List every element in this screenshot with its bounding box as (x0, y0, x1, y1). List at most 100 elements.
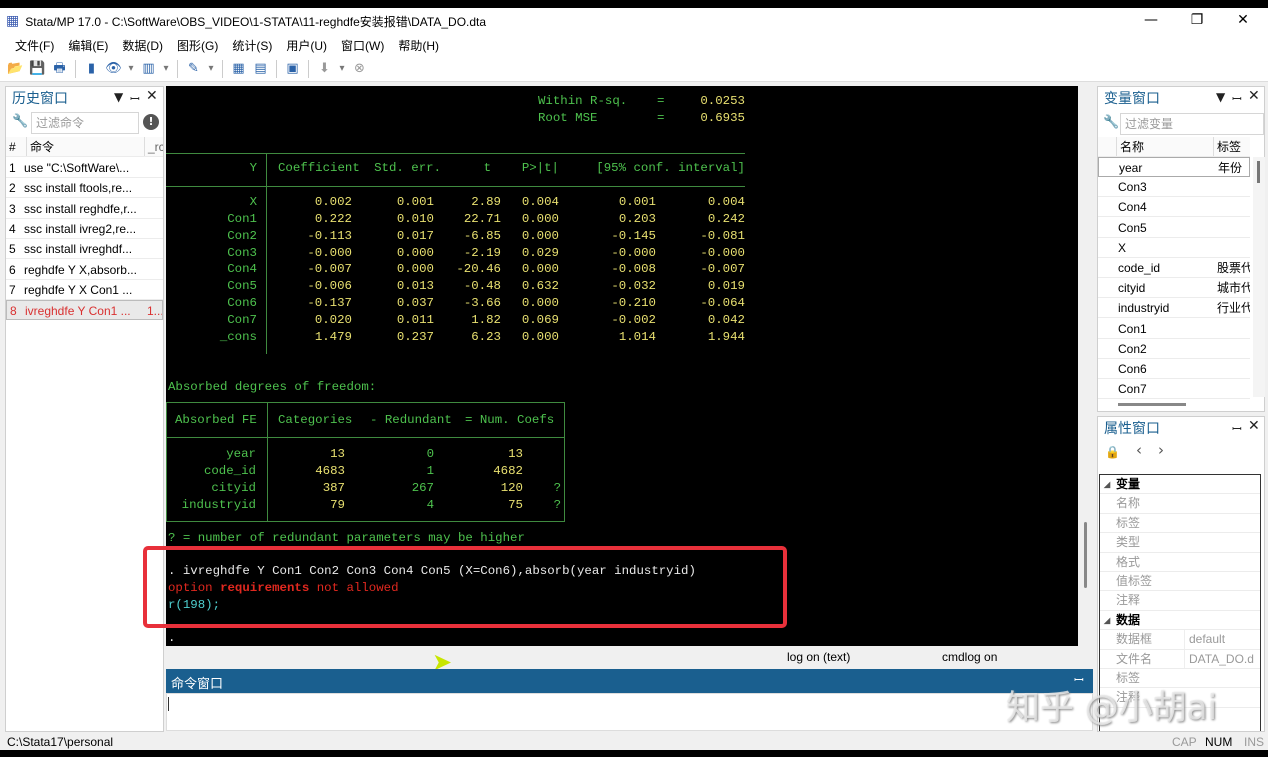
variable-item[interactable]: Con7 (1098, 379, 1250, 400)
collapse-icon[interactable]: ◢ (1104, 611, 1110, 629)
menu-item[interactable]: 数据(D) (122, 37, 163, 54)
more-icon[interactable]: ⬇ (316, 60, 333, 77)
property-row[interactable]: 名称 (1100, 494, 1260, 514)
history-item[interactable]: 5 ssc install ivreghdf... (6, 239, 163, 260)
filter-icon[interactable]: ▼ (1216, 90, 1225, 104)
col-label[interactable]: 标签 (1213, 137, 1241, 156)
variable-item[interactable]: Con3 (1098, 177, 1250, 198)
close-icon[interactable]: ✕ (1248, 418, 1260, 434)
property-row[interactable]: 数据框 default (1100, 630, 1260, 650)
variable-item[interactable]: industryid 行业代 (1098, 298, 1250, 319)
col-rc[interactable]: _rc (144, 137, 163, 156)
table-rule (564, 402, 565, 522)
regression-value: 22.71 (463, 211, 501, 226)
back-icon[interactable]: ‹ (1136, 441, 1142, 459)
close-icon[interactable]: ✕ (146, 88, 158, 104)
pin-icon[interactable]: ꟷ (1232, 90, 1242, 107)
history-item[interactable]: 7 reghdfe Y X Con1 ... (6, 280, 163, 300)
data-browser-icon[interactable]: ▤ (252, 60, 269, 77)
variable-item[interactable]: Con2 (1098, 339, 1250, 359)
property-section[interactable]: ◢ 变量 (1100, 475, 1260, 495)
dropdown-icon[interactable]: ▾ (127, 60, 135, 77)
absorbed-value: 4682 (493, 464, 523, 478)
history-filter-input[interactable]: 过滤命令 (31, 112, 139, 134)
menu-item[interactable]: 统计(S) (232, 37, 272, 54)
col-name[interactable]: 名称 (1116, 137, 1144, 156)
col-command[interactable]: 命令 (26, 137, 54, 156)
variable-item[interactable]: code_id 股票代 (1098, 258, 1250, 278)
maximize-button[interactable]: ❐ (1174, 8, 1220, 34)
property-row[interactable]: 类型 (1100, 533, 1260, 553)
regression-value: 0.010 (396, 211, 434, 226)
history-item[interactable]: 3 ssc install reghdfe,r... (6, 199, 163, 219)
history-item[interactable]: 4 ssc install ivreg2,re... (6, 219, 163, 239)
forward-icon[interactable]: › (1158, 441, 1164, 459)
variables-hscroll[interactable] (1118, 403, 1186, 406)
results-scrollbar[interactable] (1078, 86, 1093, 646)
variable-item[interactable]: Con5 (1098, 218, 1250, 238)
property-key: 文件名 (1116, 651, 1153, 666)
log-icon[interactable]: ▮ (83, 60, 100, 77)
col-num[interactable]: # (9, 137, 16, 156)
variables-manager-icon[interactable]: ▣ (284, 60, 301, 77)
regression-value: 0.069 (521, 312, 559, 327)
absorbed-value: 387 (322, 481, 345, 495)
open-icon[interactable]: 📂 (7, 60, 24, 77)
menu-item[interactable]: 用户(U) (286, 37, 327, 54)
dropdown-icon[interactable]: ▾ (162, 60, 170, 77)
save-icon[interactable]: 💾 (29, 60, 46, 77)
history-item[interactable]: 6 reghdfe Y X,absorb... (6, 260, 163, 280)
variable-label: 年份 (1218, 161, 1243, 175)
history-item-command: ssc install ivreghdf... (24, 242, 133, 257)
minimize-button[interactable]: — (1128, 8, 1174, 34)
variable-item[interactable]: year 年份 (1098, 157, 1250, 177)
property-row[interactable]: 标签 (1100, 514, 1260, 534)
variables-filter-input[interactable]: 过滤变量 (1120, 113, 1264, 135)
dropdown-icon[interactable]: ▾ (207, 60, 215, 77)
lock-icon[interactable]: 🔒 (1105, 445, 1120, 459)
variable-item[interactable]: X (1098, 238, 1250, 258)
viewer-icon[interactable]: 👁 (105, 60, 122, 77)
scrollbar-thumb[interactable] (1084, 522, 1087, 588)
property-row[interactable]: 值标签 (1100, 572, 1260, 592)
variable-item[interactable]: Con1 (1098, 319, 1250, 339)
wrench-icon[interactable]: 🔧 (12, 114, 28, 129)
property-row[interactable]: 注释 (1100, 591, 1260, 611)
variable-item[interactable]: cityid 城市代 (1098, 278, 1250, 299)
history-item[interactable]: 1 use "C:\SoftWare\... (6, 158, 163, 178)
close-icon[interactable]: ✕ (1248, 88, 1260, 104)
variable-item[interactable]: Con4 (1098, 197, 1250, 218)
history-item[interactable]: 2 ssc install ftools,re... (6, 178, 163, 199)
property-row[interactable]: 文件名 DATA_DO.dta (1100, 649, 1260, 669)
data-editor-icon[interactable]: ▦ (230, 60, 247, 77)
wrench-icon[interactable]: 🔧 (1103, 115, 1119, 130)
history-item-command: ssc install ivreg2,re... (24, 221, 137, 236)
pin-icon[interactable]: ꟷ (1232, 420, 1242, 437)
history-item-number: 2 (9, 181, 16, 196)
menu-item[interactable]: 文件(F) (15, 37, 54, 54)
history-item[interactable]: 8 ivreghdfe Y Con1 ... 1... (6, 300, 163, 321)
menu-item[interactable]: 窗口(W) (341, 37, 384, 54)
collapse-icon[interactable]: ◢ (1104, 475, 1110, 493)
menu-item[interactable]: 帮助(H) (398, 37, 439, 54)
filter-icon[interactable]: ▼ (114, 90, 123, 104)
info-icon[interactable]: ! (143, 114, 159, 130)
toolbar-separator (276, 59, 277, 78)
dropdown-icon[interactable]: ▾ (338, 60, 346, 77)
graph-icon[interactable]: ▥ (140, 60, 157, 77)
toolbar: 📂 💾 🖶 ▮ 👁 ▾ ▥ ▾ ✎ ▾ ▦ ▤ ▣ ⬇ ▾ ⊗ (0, 56, 1268, 82)
close-button[interactable]: ✕ (1220, 8, 1266, 34)
menu-item[interactable]: 编辑(E) (68, 37, 108, 54)
variables-vscroll[interactable] (1253, 157, 1265, 397)
variable-item[interactable]: Con6 (1098, 359, 1250, 379)
command-input[interactable] (166, 693, 1093, 731)
regression-value: -0.064 (700, 296, 745, 311)
print-icon[interactable]: 🖶 (51, 60, 68, 77)
break-icon[interactable]: ⊗ (351, 60, 368, 77)
pin-icon[interactable]: ꟷ (130, 90, 140, 107)
footnote: ? = number of redundant parameters may b… (168, 531, 525, 545)
property-section[interactable]: ◢ 数据 (1100, 611, 1260, 631)
do-file-editor-icon[interactable]: ✎ (185, 60, 202, 77)
menu-item[interactable]: 图形(G) (177, 37, 218, 54)
property-row[interactable]: 格式 (1100, 553, 1260, 572)
